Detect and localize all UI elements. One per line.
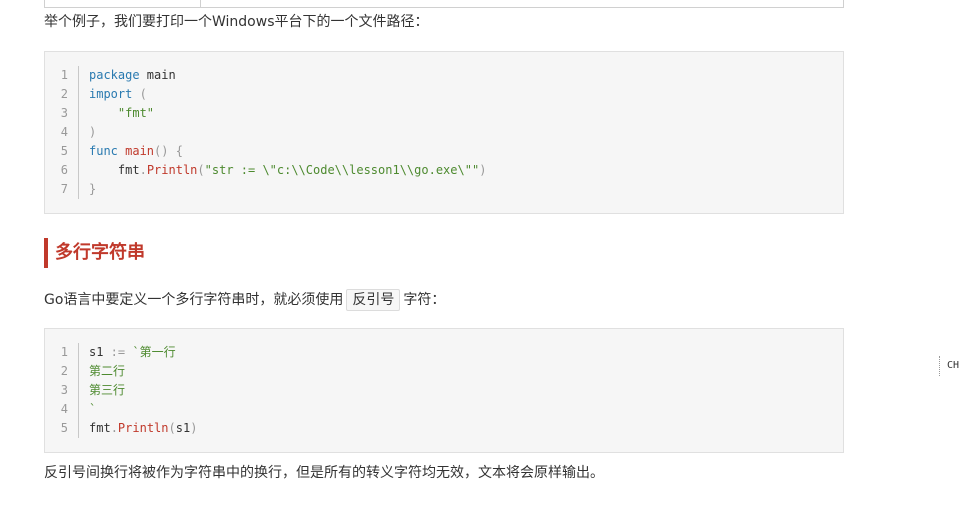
line-number: 6 <box>60 163 68 177</box>
line-number: 5 <box>60 421 68 435</box>
string-token: "fmt" <box>89 106 155 120</box>
punctuation-token: () { <box>154 144 183 158</box>
line-number: 4 <box>60 125 68 139</box>
line-number: 2 <box>60 87 68 101</box>
table-divider <box>200 0 201 8</box>
line-number: 4 <box>60 402 68 416</box>
code-line: 5 fmt.Println(s1) <box>45 419 197 438</box>
line-number: 1 <box>60 68 68 82</box>
punctuation-token: . <box>110 421 118 435</box>
function-name-token: main <box>117 144 155 158</box>
inline-code: 反引号 <box>346 289 401 311</box>
function-name-token: Println <box>146 163 198 177</box>
line-number: 3 <box>60 106 68 120</box>
code-block-multiline-string[interactable]: 1 s1 := `第一行 2 第二行 3 第三行 4 ` 5 fmt.Print… <box>44 328 844 453</box>
punctuation-token: ) <box>190 421 198 435</box>
punctuation-token: . <box>139 163 147 177</box>
code-line: 1 s1 := `第一行 <box>45 343 197 362</box>
code-line: 1 package main <box>45 66 486 85</box>
code-line: 4 ) <box>45 123 486 142</box>
identifier-token: fmt <box>89 421 111 435</box>
code-line: 3 "fmt" <box>45 104 486 123</box>
function-name-token: Println <box>117 421 169 435</box>
code-line: 2 第二行 <box>45 362 197 381</box>
identifier-token: s1 <box>175 421 191 435</box>
punctuation-token: ( <box>132 87 147 101</box>
code-line: 2 import ( <box>45 85 486 104</box>
string-token: ` <box>89 402 97 416</box>
keyword-token: func <box>89 144 118 158</box>
paragraph-text: 字符： <box>403 292 446 308</box>
identifier-token: main <box>139 68 176 82</box>
string-token: `第一行 <box>125 345 176 359</box>
keyword-token: package <box>89 68 140 82</box>
line-number: 5 <box>60 144 68 158</box>
paragraph-text: Go语言中要定义一个多行字符串时，就必须使用 <box>44 292 344 308</box>
code-line: 5 func main() { <box>45 142 486 161</box>
indent-token <box>89 163 118 177</box>
punctuation-token: ) <box>89 125 97 139</box>
code-line: 7 } <box>45 180 486 199</box>
line-number: 7 <box>60 182 68 196</box>
line-number: 1 <box>60 345 68 359</box>
code-line: 6 fmt.Println("str := \"c:\\Code\\lesson… <box>45 161 486 180</box>
line-number: 3 <box>60 383 68 397</box>
string-token: "str := \"c:\\Code\\lesson1\\go.exe\"" <box>204 163 480 177</box>
keyword-token: import <box>89 87 133 101</box>
closing-paragraph: 反引号间换行将被作为字符串中的换行，但是所有的转义字符均无效，文本将会原样输出。 <box>44 465 604 481</box>
punctuation-token: } <box>89 182 97 196</box>
string-token: 第三行 <box>89 383 126 397</box>
multiline-paragraph: Go语言中要定义一个多行字符串时，就必须使用 反引号 字符： <box>44 289 445 311</box>
code-block-windows-path[interactable]: 1 package main 2 import ( 3 "fmt" 4 ) 5 … <box>44 51 844 214</box>
punctuation-token: ( <box>197 163 205 177</box>
line-number: 2 <box>60 364 68 378</box>
identifier-token: s1 <box>89 345 104 359</box>
punctuation-token: ) <box>479 163 487 177</box>
punctuation-token: ( <box>168 421 176 435</box>
code-line: 4 ` <box>45 400 197 419</box>
identifier-token: fmt <box>117 163 140 177</box>
intro-paragraph: 举个例子，我们要打印一个Windows平台下的一个文件路径： <box>44 14 429 30</box>
string-token: 第二行 <box>89 364 126 378</box>
operator-token: := <box>103 345 126 359</box>
section-heading: 多行字符串 <box>44 238 145 268</box>
preceding-table-frame <box>44 0 844 8</box>
code-line: 3 第三行 <box>45 381 197 400</box>
language-indicator[interactable]: CH <box>939 356 967 376</box>
